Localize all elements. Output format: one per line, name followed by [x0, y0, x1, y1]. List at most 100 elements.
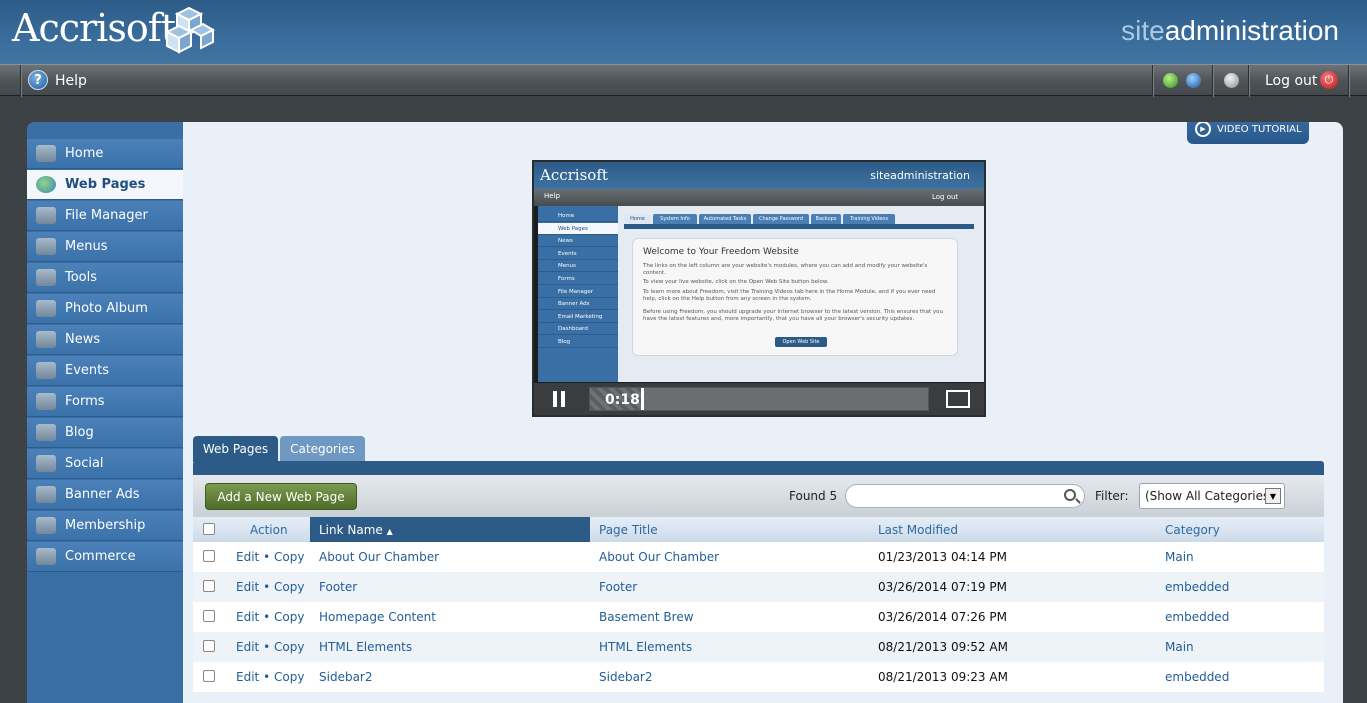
category-filter-select[interactable]: (Show All Categories) ▼: [1139, 483, 1285, 509]
sidebar-item-blog[interactable]: Blog: [27, 418, 183, 448]
table-row[interactable]: Edit • Copy Homepage Content Basement Brew…: [193, 602, 1324, 632]
video-screen-nav-item: File Manager: [538, 286, 618, 298]
column-last-modified[interactable]: Last Modified: [878, 523, 958, 537]
sidebar-item-label: News: [65, 332, 101, 347]
edit-link[interactable]: Edit: [236, 610, 259, 624]
tab-categories[interactable]: Categories: [280, 436, 365, 462]
video-tutorial-button[interactable]: ▶ VIDEO TUTORIAL: [1187, 122, 1309, 144]
video-screen-nav-item: Blog: [538, 336, 618, 348]
copy-link[interactable]: Copy: [274, 610, 304, 624]
sidebar-item-banner-ads[interactable]: Banner Ads: [27, 480, 183, 510]
link-name-cell[interactable]: About Our Chamber: [319, 550, 439, 564]
video-tutorial-label: VIDEO TUTORIAL: [1217, 124, 1302, 135]
table-row[interactable]: Edit • Copy HTML Elements HTML Elements 08/…: [193, 632, 1324, 662]
video-player[interactable]: Accrisoft siteadministration Help Log ou…: [532, 160, 986, 417]
link-name-cell[interactable]: Sidebar2: [319, 670, 373, 684]
video-screen-tab: Change Password: [753, 214, 809, 224]
category-cell[interactable]: embedded: [1165, 670, 1229, 684]
category-cell[interactable]: Main: [1165, 550, 1194, 564]
edit-link[interactable]: Edit: [236, 670, 259, 684]
globe-status-icon[interactable]: [1186, 73, 1201, 88]
sidebar-item-tools[interactable]: Tools: [27, 263, 183, 293]
brand-logo[interactable]: Accrisoft: [12, 6, 176, 50]
search-icon[interactable]: [1064, 489, 1076, 501]
sidebar-item-file-manager[interactable]: File Manager: [27, 201, 183, 231]
green-status-icon[interactable]: [1163, 73, 1178, 88]
dot-separator: •: [263, 610, 271, 624]
copy-link[interactable]: Copy: [274, 550, 304, 564]
category-cell[interactable]: embedded: [1165, 610, 1229, 624]
category-cell[interactable]: Main: [1165, 640, 1194, 654]
form-icon: [36, 393, 56, 410]
sidebar-item-social[interactable]: Social: [27, 449, 183, 479]
row-checkbox[interactable]: [203, 670, 215, 682]
newspaper-icon: [36, 331, 56, 348]
dot-separator: •: [263, 640, 271, 654]
table-row[interactable]: Edit • Copy Sidebar2 Sidebar2 08/21/2013 09…: [193, 662, 1324, 692]
sidebar: Home Web Pages File Manager Menus Tools …: [27, 122, 183, 703]
table-row[interactable]: Edit • Copy About Our Chamber About Our Ch…: [193, 542, 1324, 572]
row-checkbox[interactable]: [203, 580, 215, 592]
power-icon[interactable]: ⏻: [1320, 71, 1338, 89]
row-checkbox[interactable]: [203, 610, 215, 622]
site-prefix: site: [1121, 15, 1165, 46]
sidebar-item-label: File Manager: [65, 208, 148, 223]
page-title-cell[interactable]: HTML Elements: [599, 640, 692, 654]
copy-link[interactable]: Copy: [274, 580, 304, 594]
sidebar-item-label: Forms: [65, 394, 105, 409]
category-cell[interactable]: embedded: [1165, 580, 1229, 594]
video-screen-nav-item: Banner Ads: [538, 298, 618, 311]
sidebar-item-commerce[interactable]: Commerce: [27, 542, 183, 572]
link-name-cell[interactable]: Homepage Content: [319, 610, 436, 624]
edit-link[interactable]: Edit: [236, 550, 259, 564]
row-checkbox[interactable]: [203, 550, 215, 562]
sidebar-item-photo-album[interactable]: Photo Album: [27, 294, 183, 324]
help-button[interactable]: Help: [55, 73, 87, 89]
sidebar-item-menus[interactable]: Menus: [27, 232, 183, 262]
tab-web-pages[interactable]: Web Pages: [193, 436, 278, 462]
dot-separator: •: [263, 670, 271, 684]
page-title-cell[interactable]: Basement Brew: [599, 610, 694, 624]
column-page-title[interactable]: Page Title: [599, 523, 658, 537]
page-title-cell[interactable]: Footer: [599, 580, 637, 594]
edit-link[interactable]: Edit: [236, 580, 259, 594]
pause-icon[interactable]: [550, 389, 570, 409]
copy-link[interactable]: Copy: [274, 640, 304, 654]
found-count: Found 5: [789, 489, 838, 503]
select-all-checkbox[interactable]: [203, 523, 215, 535]
chevron-down-icon[interactable]: ▼: [1265, 488, 1281, 504]
video-time: 0:18: [605, 392, 640, 408]
table-row[interactable]: Edit • Copy Footer Footer 03/26/2014 07:19 …: [193, 572, 1324, 602]
sidebar-item-web-pages[interactable]: Web Pages: [27, 170, 183, 200]
sidebar-item-events[interactable]: Events: [27, 356, 183, 386]
sidebar-item-forms[interactable]: Forms: [27, 387, 183, 417]
copy-link[interactable]: Copy: [274, 670, 304, 684]
toolbar-divider: [20, 65, 21, 97]
video-progress-handle[interactable]: [640, 388, 644, 410]
add-web-page-button[interactable]: Add a New Web Page: [205, 483, 357, 510]
top-toolbar: ? Help Log out ⏻: [0, 64, 1367, 97]
row-actions: Edit • Copy: [236, 670, 304, 684]
sidebar-item-news[interactable]: News: [27, 325, 183, 355]
video-screen-nav-item: Events: [538, 248, 618, 260]
link-name-cell[interactable]: Footer: [319, 580, 357, 594]
sidebar-item-membership[interactable]: Membership: [27, 511, 183, 541]
gray-status-icon[interactable]: [1224, 73, 1239, 88]
column-category[interactable]: Category: [1165, 523, 1220, 537]
camera-icon: [36, 300, 56, 317]
page-title-cell[interactable]: About Our Chamber: [599, 550, 719, 564]
commerce-icon: [36, 548, 56, 565]
page-title-cell[interactable]: Sidebar2: [599, 670, 653, 684]
column-link-name[interactable]: Link Name ▲: [319, 523, 393, 537]
row-checkbox[interactable]: [203, 640, 215, 652]
last-modified-cell: 08/21/2013 09:23 AM: [878, 670, 1008, 684]
help-icon[interactable]: ?: [28, 70, 48, 90]
logout-button[interactable]: Log out: [1265, 73, 1317, 89]
fullscreen-icon[interactable]: [946, 390, 970, 408]
sidebar-item-home[interactable]: Home: [27, 139, 183, 169]
search-input[interactable]: [845, 484, 1085, 508]
link-name-cell[interactable]: HTML Elements: [319, 640, 412, 654]
column-action: Action: [250, 523, 288, 537]
edit-link[interactable]: Edit: [236, 640, 259, 654]
video-progress-bar[interactable]: 0:18: [589, 387, 929, 411]
